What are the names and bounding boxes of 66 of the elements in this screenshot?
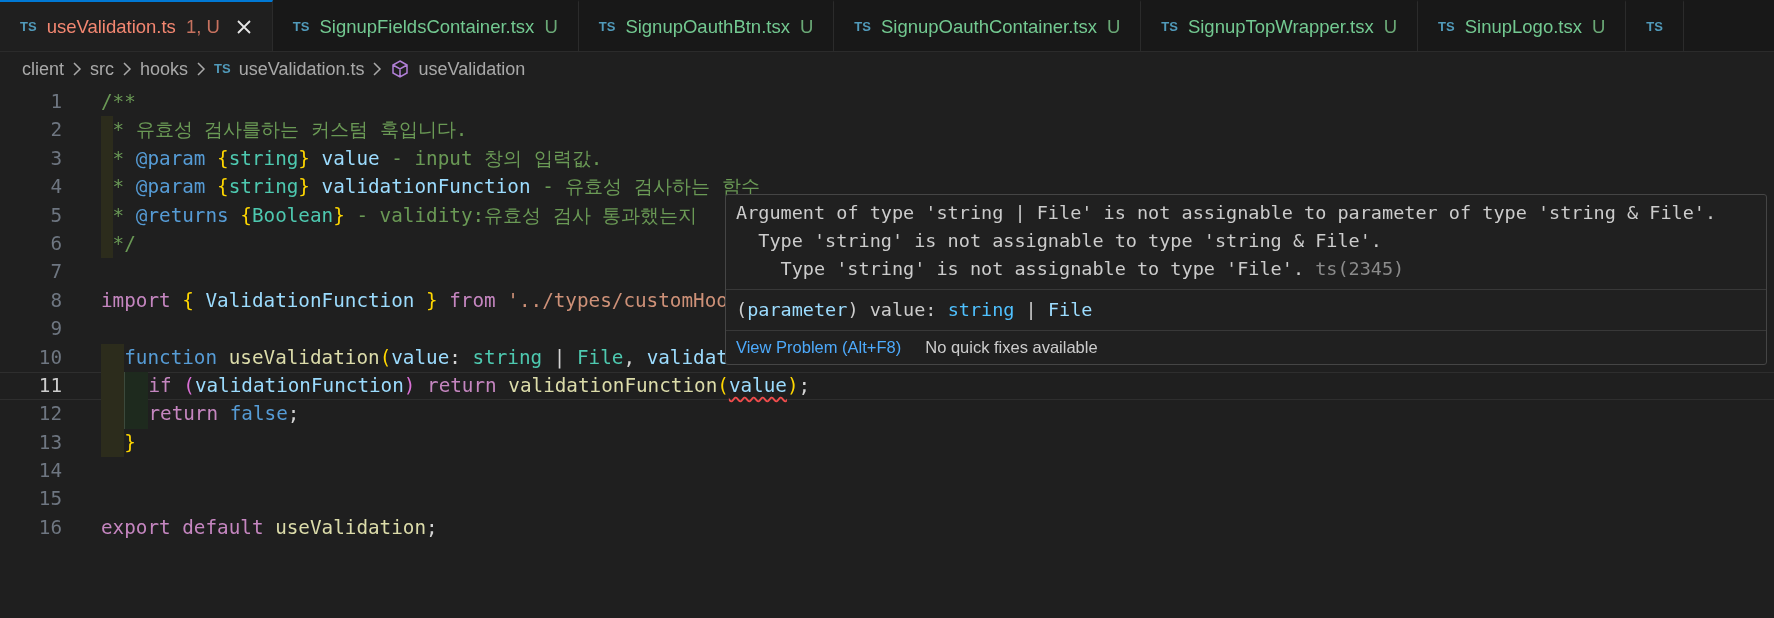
line-number: 3 [49, 145, 62, 172]
typescript-file-icon: TS [598, 16, 616, 37]
typescript-file-icon: TS [214, 59, 231, 79]
code-line: import { ValidationFunction } from '../types/customHoo [101, 287, 728, 314]
tab-label: useValidation.ts [46, 14, 176, 39]
tab-status: U [544, 14, 558, 39]
line-number: 6 [49, 230, 62, 257]
code-line: /** [101, 89, 136, 115]
line-number: 10 [37, 344, 62, 371]
type-signature: (parameter) value: string | File [736, 298, 1094, 322]
code-line: } [101, 428, 136, 458]
chevron-icon [72, 61, 83, 77]
tab-status: U [799, 14, 814, 39]
chevron-icon [196, 61, 207, 77]
code-line: export default useValidation; [101, 514, 438, 541]
tab-label: SignupTopWrapper.tsx [1187, 14, 1374, 39]
tab-label: SignupOauthBtn.tsx [625, 14, 790, 39]
typescript-file-icon: TS [1646, 16, 1663, 37]
chevron-icon [122, 61, 133, 77]
line-number: 13 [37, 429, 62, 456]
line-number: 8 [49, 287, 62, 314]
error-message: Type 'string' is not assignable to type 'File'. [780, 257, 1305, 281]
typescript-file-icon: TS [1161, 16, 1178, 37]
line-number: 2 [49, 117, 62, 144]
line-number: 7 [49, 259, 62, 286]
tab-label: SignupFieldsContainer.tsx [319, 14, 535, 39]
breadcrumb-item[interactable]: src [90, 55, 115, 83]
tab-status: 1, U [185, 14, 220, 39]
typescript-file-icon: TS [854, 16, 871, 37]
line-number: 1 [49, 89, 62, 115]
code-line: * @returns {Boolean} - validity:유효성 검사 통과했는지 [101, 201, 698, 230]
error-message: Type 'string' is not assignable to type 'string & File'. [758, 229, 1382, 253]
line-number: 9 [49, 316, 62, 343]
line-number: 15 [37, 486, 62, 513]
error-code: ts(2345) [1315, 257, 1405, 281]
code-line: * 유효성 검사를하는 커스텀 훅입니다. [101, 116, 468, 145]
close-icon[interactable] [235, 18, 252, 35]
code-line: */ [101, 229, 136, 259]
line-number: 11 [37, 372, 62, 399]
breadcrumb-item[interactable]: useValidation.ts [238, 55, 365, 83]
tab-label: SinupLogo.tsx [1464, 14, 1582, 39]
status-text: No quick fixes available [925, 337, 1098, 359]
code-line: if (validationFunction) return validationFunction(value); [101, 371, 811, 401]
typescript-file-icon: TS [292, 16, 310, 37]
code-line: return false; [101, 400, 300, 429]
line-number: 4 [49, 174, 62, 201]
breadcrumb-item[interactable]: hooks [140, 55, 189, 83]
breadcrumb-item[interactable]: client [22, 55, 65, 83]
breadcrumb-item[interactable]: useValidation [418, 55, 526, 83]
typescript-file-icon: TS [20, 16, 37, 37]
line-number: 16 [37, 514, 62, 541]
typescript-file-icon: TS [1438, 16, 1455, 37]
view-problem-link[interactable]: View Problem (Alt+F8) [736, 335, 902, 360]
line-number: 5 [49, 202, 62, 229]
editor-tab[interactable]: TS useValidation.ts 1, U [0, 0, 273, 51]
line-number: 14 [37, 458, 62, 485]
tab-label: SignupOauthContainer.tsx [880, 14, 1097, 39]
line-number: 12 [37, 401, 62, 428]
code-line: * @param {string} value - input 창의 입력값. [101, 144, 603, 174]
code-line: function useValidation(value: string | File, validat [101, 343, 728, 372]
tab-status: U [1106, 14, 1121, 39]
tab-status: U [1383, 14, 1398, 39]
chevron-icon [372, 61, 383, 77]
cube-icon [390, 59, 411, 79]
error-message: Argument of type 'string | File' is not assignable to parameter of type 'string & File'. [736, 201, 1717, 225]
tab-status: U [1592, 14, 1606, 39]
